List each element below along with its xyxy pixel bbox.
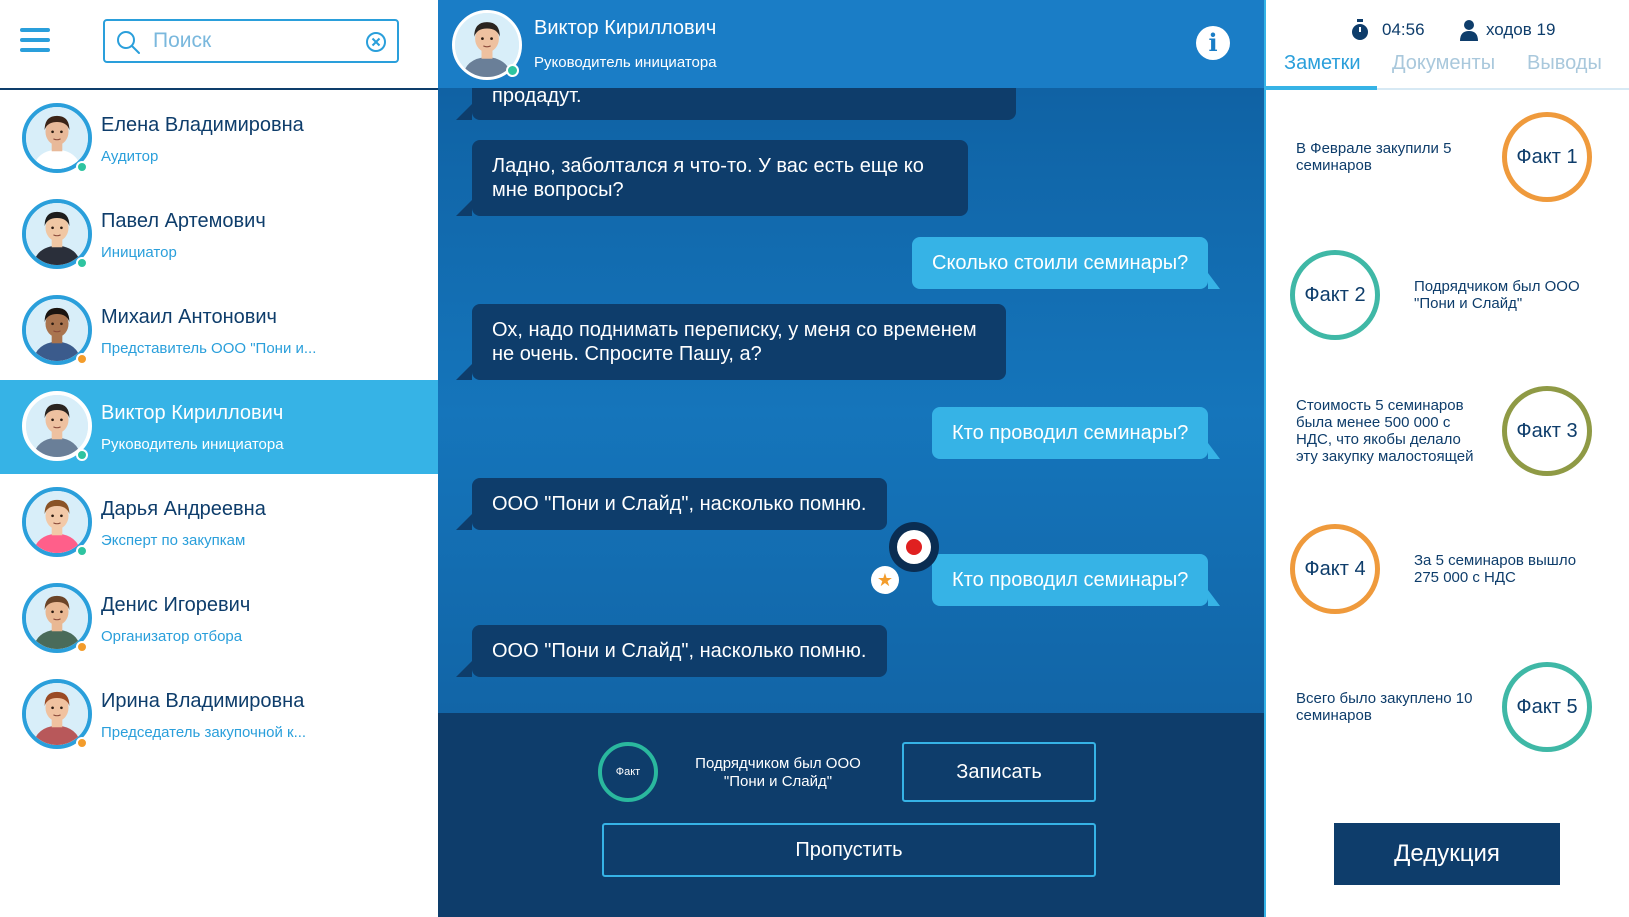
chat-header-name: Виктор Кириллович <box>534 17 717 39</box>
fact-ring[interactable]: Факт 5 <box>1502 662 1592 752</box>
info-icon[interactable]: i <box>1196 26 1230 60</box>
message-outgoing: Сколько стоили семинары? <box>912 237 1221 289</box>
skip-button[interactable]: Пропустить <box>602 823 1096 877</box>
search-box[interactable] <box>103 19 399 63</box>
fact-text: В Феврале закупили 5 семинаров <box>1296 140 1452 174</box>
contact-role: Руководитель инициатора <box>101 436 284 453</box>
contact-role: Представитель ООО "Пони и... <box>101 340 317 357</box>
contact-item[interactable]: Ирина Владимировна Председатель закупочно… <box>0 668 438 762</box>
contact-name: Павел Артемович <box>101 210 266 232</box>
fact-ring[interactable]: Факт 4 <box>1290 524 1380 614</box>
message-outgoing: Кто проводил семинары? <box>932 554 1221 606</box>
contact-role: Председатель закупочной к... <box>101 724 307 741</box>
record-fact-button[interactable] <box>889 522 939 572</box>
menu-icon[interactable] <box>20 28 50 54</box>
contact-name: Дарья Андреевна <box>101 498 266 520</box>
record-button[interactable]: Записать <box>902 742 1096 802</box>
chat-header-role: Руководитель инициатора <box>534 54 717 71</box>
contact-name: Михаил Антонович <box>101 306 277 328</box>
fact-ring[interactable]: Факт 3 <box>1502 386 1592 476</box>
contact-name: Елена Владимировна <box>101 114 304 136</box>
message-incoming: ООО "Пони и Слайд", насколько помню. <box>456 478 887 530</box>
status-dot <box>76 257 88 269</box>
contact-item[interactable]: Павел Артемович Инициатор <box>0 188 438 282</box>
search-icon <box>117 31 140 54</box>
tab-notes[interactable]: Заметки <box>1284 52 1361 75</box>
fact-text: Стоимость 5 семинаров была менее 500 000… <box>1296 397 1474 465</box>
message-outgoing: Кто проводил семинары? <box>932 407 1221 459</box>
fact-text: Всего было закуплено 10 семинаров <box>1296 690 1473 724</box>
contact-name: Ирина Владимировна <box>101 690 305 712</box>
notes-panel: 04:56 ходов 19 Заметки Документы Выводы … <box>1264 0 1629 917</box>
status-dot <box>76 545 88 557</box>
fact-capture-bar: Факт Подрядчиком был ООО "Пони и Слайд" … <box>438 713 1264 917</box>
fact-ring[interactable]: Факт 1 <box>1502 112 1592 202</box>
contacts-panel: Елена Владимировна Аудитор Павел Артемович… <box>0 0 438 917</box>
contact-role: Эксперт по закупкам <box>101 532 246 549</box>
stopwatch-icon <box>1352 19 1368 40</box>
fact-ring[interactable]: Факт 2 <box>1290 250 1380 340</box>
contact-item[interactable]: Дарья Андреевна Эксперт по закупкам <box>0 476 438 570</box>
contact-role: Организатор отбора <box>101 628 243 645</box>
pending-fact-ring: Факт <box>598 742 658 802</box>
clear-icon[interactable] <box>365 31 387 53</box>
moves-counter: ходов 19 <box>1486 20 1556 39</box>
contact-item[interactable]: Виктор Кириллович Руководитель инициатора <box>0 380 438 474</box>
fact-text: Подрядчиком был ООО "Пони и Слайд" <box>1414 278 1580 312</box>
contacts-toolbar <box>0 0 438 90</box>
pending-fact-text: Подрядчиком был ООО "Пони и Слайд" <box>695 755 861 790</box>
tab-conclusions[interactable]: Выводы <box>1527 52 1602 75</box>
chat-panel: Виктор Кириллович Руководитель инициатор… <box>438 0 1264 917</box>
contact-role: Аудитор <box>101 148 159 165</box>
message-list: продадут. Ладно, заболтался я что-то. У … <box>438 74 1264 713</box>
timer-value: 04:56 <box>1382 20 1425 39</box>
deduction-button[interactable]: Дедукция <box>1334 823 1560 885</box>
status-dot <box>76 641 88 653</box>
status-dot <box>76 161 88 173</box>
user-icon <box>1460 20 1478 41</box>
tab-documents[interactable]: Документы <box>1392 52 1495 75</box>
star-icon: ★ <box>871 566 899 594</box>
contact-name: Денис Игоревич <box>101 594 251 616</box>
contact-item[interactable]: Денис Игоревич Организатор отбора <box>0 572 438 666</box>
status-dot <box>76 737 88 749</box>
contact-item[interactable]: Михаил Антонович Представитель ООО "Пони … <box>0 284 438 378</box>
app-window: Елена Владимировна Аудитор Павел Артемович… <box>0 0 1629 917</box>
message-incoming: Ох, надо поднимать переписку, у меня со … <box>456 304 1006 380</box>
status-dot <box>76 449 88 461</box>
chat-header: Виктор Кириллович Руководитель инициатор… <box>438 0 1264 88</box>
status-dot <box>76 353 88 365</box>
fact-text: За 5 семинаров вышло 275 000 с НДС <box>1414 552 1577 586</box>
message-incoming: ООО "Пони и Слайд", насколько помню. <box>456 625 887 677</box>
active-tab-indicator <box>1266 86 1377 90</box>
contact-item[interactable]: Елена Владимировна Аудитор <box>0 92 438 186</box>
contact-role: Инициатор <box>101 244 177 261</box>
search-input[interactable] <box>153 27 353 55</box>
contact-name: Виктор Кириллович <box>101 402 284 424</box>
online-status-dot <box>506 64 519 77</box>
message-incoming: Ладно, заболтался я что-то. У вас есть е… <box>456 140 968 216</box>
